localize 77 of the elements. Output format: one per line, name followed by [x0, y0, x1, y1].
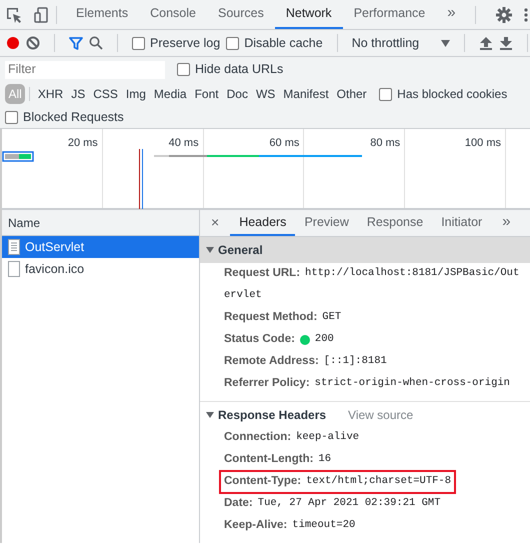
record-button[interactable]: [6, 36, 20, 50]
more-tabs-button[interactable]: »: [436, 0, 467, 29]
header-name: Request Method:: [224, 310, 318, 326]
clear-icon[interactable]: [26, 36, 40, 50]
type-filter[interactable]: Other: [333, 84, 370, 104]
checkbox[interactable]: Has blocked cookies: [379, 85, 508, 103]
header-name: Date:: [224, 496, 253, 512]
filter-icon[interactable]: [69, 36, 83, 50]
header-value: 16: [318, 452, 332, 468]
tick-label: 100 ms: [464, 137, 501, 149]
header-value: timeout=20: [292, 518, 356, 534]
type-filter[interactable]: Img: [122, 84, 150, 104]
download-icon[interactable]: [498, 36, 513, 50]
section-title[interactable]: Response Headers: [218, 406, 326, 424]
detail-tab[interactable]: Response: [358, 210, 432, 236]
more-tabs-button[interactable]: »: [491, 210, 522, 236]
type-filter[interactable]: WS: [252, 84, 279, 104]
search-icon[interactable]: [89, 36, 103, 50]
panel-tab[interactable]: Elements: [65, 0, 140, 29]
filter-field[interactable]: Filter: [5, 60, 165, 78]
checkbox[interactable]: Hide data URLs: [177, 60, 284, 79]
header-value: keep-alive: [296, 430, 360, 446]
document-icon: [8, 239, 20, 255]
detail-tab[interactable]: Preview: [295, 210, 358, 236]
type-filter[interactable]: JS: [68, 84, 89, 104]
header-name: Remote Address:: [224, 354, 319, 370]
header-value: strict-origin-when-cross-origin: [314, 376, 510, 392]
header-value: [::1]:8181: [324, 354, 387, 370]
settings-icon[interactable]: [496, 6, 512, 22]
expanded-icon[interactable]: [206, 246, 214, 254]
header-name: Connection:: [224, 430, 292, 446]
header-value: text/html;charset=UTF-8: [306, 474, 452, 490]
inspect-icon[interactable]: [6, 6, 22, 22]
checkbox[interactable]: Blocked Requests: [5, 108, 124, 126]
header-name: Content-Type:: [224, 474, 302, 490]
tick-label: 40 ms: [168, 137, 199, 149]
caret-icon: [440, 40, 450, 46]
header-value: ervlet: [224, 288, 262, 304]
status-dot-icon: [300, 335, 310, 345]
type-filter[interactable]: CSS: [90, 84, 122, 104]
device-icon[interactable]: [34, 6, 48, 22]
tick-label: 80 ms: [370, 137, 400, 149]
checkbox[interactable]: Preserve log: [132, 34, 220, 52]
checkbox[interactable]: Disable cache: [226, 34, 323, 52]
type-filter[interactable]: Media: [150, 84, 190, 104]
request-row[interactable]: OutServlet: [2, 236, 199, 258]
header-name: Keep-Alive:: [224, 518, 288, 534]
header-name: Status Code:: [224, 332, 295, 348]
panel-tab[interactable]: Performance: [342, 0, 436, 29]
view-source-link[interactable]: View source: [348, 406, 414, 424]
column-header[interactable]: Name: [8, 214, 40, 232]
type-filter[interactable]: Font: [191, 84, 222, 104]
detail-tab[interactable]: Initiator: [432, 210, 492, 236]
header-name: Content-Length:: [224, 452, 314, 468]
type-filter[interactable]: Doc: [223, 84, 252, 104]
section-title[interactable]: General: [218, 241, 263, 259]
panel-tab[interactable]: Sources: [206, 0, 275, 29]
header-value: Tue, 27 Apr 2021 02:39:21 GMT: [258, 496, 440, 512]
type-filter[interactable]: XHR: [34, 84, 67, 104]
header-value: http://localhost:8181/JSPBasic/Out: [305, 266, 520, 282]
expanded-icon[interactable]: [206, 410, 214, 418]
file-icon: [8, 261, 20, 277]
close-button[interactable]: ×: [200, 212, 230, 234]
header-name: Request URL:: [224, 266, 300, 282]
load-marker: [139, 149, 140, 209]
request-row[interactable]: favicon.ico: [2, 258, 199, 280]
content-loaded-marker: [142, 149, 143, 209]
throttling-dropdown[interactable]: No throttling: [352, 34, 450, 52]
panel-tab[interactable]: Console: [139, 0, 207, 29]
tick-label: 20 ms: [68, 137, 98, 149]
type-filter[interactable]: Manifest: [280, 84, 332, 104]
tick-label: 60 ms: [269, 137, 300, 149]
header-name: Referrer Policy:: [224, 376, 310, 392]
more-menu-icon[interactable]: [524, 8, 528, 22]
header-value: 200: [314, 332, 334, 348]
upload-icon[interactable]: [478, 36, 493, 50]
header-value: GET: [322, 310, 342, 326]
